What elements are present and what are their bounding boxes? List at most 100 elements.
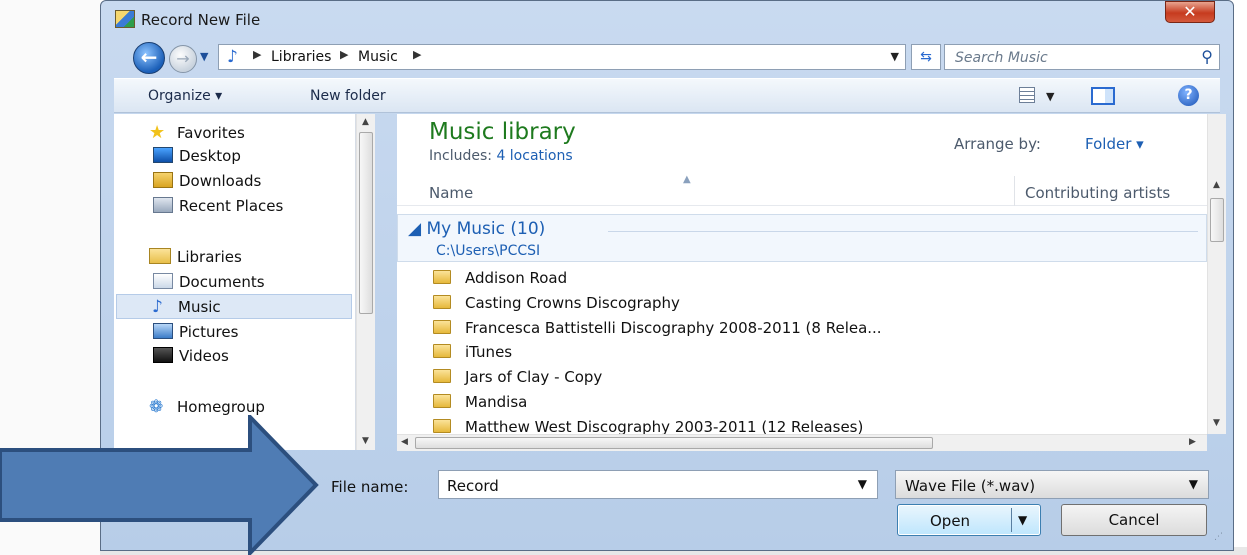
- breadcrumb-music[interactable]: Music: [358, 49, 398, 65]
- breadcrumb-separator-icon[interactable]: ▶: [253, 48, 261, 61]
- sidebar-item-label: Favorites: [177, 124, 245, 142]
- library-includes: Includes: 4 locations: [429, 148, 573, 164]
- sidebar-item-desktop[interactable]: Desktop: [153, 147, 241, 165]
- file-name: Addison Road: [465, 269, 568, 287]
- history-dropdown-icon[interactable]: ▼: [200, 50, 208, 63]
- file-name: Mandisa: [465, 393, 528, 411]
- file-name: Francesca Battistelli Discography 2008-2…: [465, 319, 882, 337]
- sidebar-item-label: Pictures: [179, 323, 239, 341]
- homegroup-icon: ❁: [149, 397, 164, 417]
- title-bar: Record New File ✕: [101, 1, 1233, 35]
- scroll-right-icon[interactable]: ▶: [1189, 437, 1196, 447]
- file-list-horizontal-scrollbar[interactable]: ◀ ▶: [397, 434, 1207, 451]
- file-name-label: File name:: [331, 478, 409, 496]
- forward-button[interactable]: →: [169, 45, 197, 73]
- sidebar-item-recent-places[interactable]: Recent Places: [153, 197, 283, 215]
- folder-icon: [433, 270, 451, 284]
- close-button[interactable]: ✕: [1165, 1, 1215, 23]
- scrollbar-thumb[interactable]: [359, 132, 373, 314]
- scroll-up-icon[interactable]: ▲: [362, 117, 369, 127]
- sidebar-homegroup[interactable]: ❁ Homegroup: [149, 397, 265, 417]
- list-item[interactable]: Francesca Battistelli Discography 2008-2…: [433, 319, 882, 337]
- column-header-contributing-artists[interactable]: Contributing artists: [1025, 184, 1170, 202]
- open-button[interactable]: Open ▼: [897, 504, 1041, 536]
- sidebar-item-label: Libraries: [177, 248, 242, 266]
- scroll-up-icon[interactable]: ▲: [1213, 180, 1220, 190]
- file-list-vertical-scrollbar[interactable]: ▲ ▼: [1207, 114, 1226, 434]
- sidebar-item-videos[interactable]: Videos: [153, 347, 229, 365]
- library-title: Music library: [429, 119, 576, 145]
- folder-icon: [433, 419, 451, 433]
- locations-link[interactable]: 4 locations: [496, 148, 572, 164]
- arrange-by-dropdown[interactable]: Folder ▾: [1085, 135, 1144, 153]
- cancel-button[interactable]: Cancel: [1061, 504, 1207, 536]
- group-title: ◢ My Music (10): [408, 219, 546, 239]
- list-item[interactable]: iTunes: [433, 343, 512, 361]
- list-item[interactable]: Addison Road: [433, 269, 567, 287]
- change-view-icon[interactable]: [1019, 87, 1035, 103]
- includes-label: Includes:: [429, 148, 492, 164]
- scroll-left-icon[interactable]: ◀: [401, 437, 408, 447]
- navigation-bar: ← → ▼ ♪ ▶ Libraries ▶ Music ▶ ▼ ⇆ Search…: [114, 40, 1220, 74]
- open-options-dropdown-icon[interactable]: ▼: [1018, 513, 1027, 527]
- scroll-down-icon[interactable]: ▼: [362, 436, 369, 446]
- organize-button[interactable]: Organize ▾: [148, 88, 222, 104]
- new-folder-button[interactable]: New folder: [310, 88, 386, 104]
- videos-icon: [153, 347, 173, 363]
- scrollbar-thumb[interactable]: [415, 437, 933, 449]
- file-name-dropdown-icon[interactable]: ▼: [858, 477, 867, 491]
- column-divider[interactable]: [1014, 176, 1015, 206]
- address-bar[interactable]: ♪ ▶ Libraries ▶ Music ▶ ▼: [218, 44, 906, 70]
- breadcrumb-libraries[interactable]: Libraries: [271, 49, 331, 65]
- sidebar-item-pictures[interactable]: Pictures: [153, 323, 238, 341]
- view-dropdown-icon[interactable]: ▼: [1046, 90, 1054, 103]
- search-placeholder: Search Music: [955, 50, 1048, 66]
- resize-grip-icon[interactable]: ⋰: [1214, 532, 1223, 542]
- scrollbar-thumb[interactable]: [1210, 198, 1224, 242]
- sidebar-favorites[interactable]: ★ Favorites: [149, 122, 245, 143]
- downloads-folder-icon: [153, 172, 173, 188]
- search-input[interactable]: Search Music ⚲: [944, 44, 1220, 70]
- preview-pane-icon[interactable]: [1091, 87, 1115, 105]
- file-name-field[interactable]: Record ▼: [438, 470, 878, 499]
- sidebar-item-documents[interactable]: Documents: [153, 273, 265, 291]
- sidebar-item-label: Music: [178, 298, 221, 316]
- split-divider: [1011, 508, 1012, 532]
- star-icon: ★: [149, 122, 166, 143]
- sidebar-libraries[interactable]: Libraries: [149, 248, 242, 266]
- pointer-arrow-icon: [0, 415, 319, 555]
- app-icon: [115, 10, 135, 28]
- documents-icon: [153, 273, 173, 289]
- group-header-my-music[interactable]: ◢ My Music (10) C:\Users\PCCSI: [397, 214, 1207, 262]
- list-item[interactable]: Jars of Clay - Copy: [433, 368, 602, 386]
- scroll-down-icon[interactable]: ▼: [1213, 418, 1220, 428]
- column-header-name[interactable]: Name: [429, 184, 473, 202]
- sidebar-item-label: Videos: [179, 347, 229, 365]
- file-type-select[interactable]: Wave File (*.wav) ▼: [895, 470, 1209, 499]
- sidebar-item-music[interactable]: ♪ Music: [116, 294, 352, 319]
- breadcrumb-separator-icon[interactable]: ▶: [413, 48, 421, 61]
- list-item[interactable]: Mandisa: [433, 393, 527, 411]
- libraries-icon: [149, 248, 171, 264]
- folder-icon: [433, 320, 451, 334]
- help-icon[interactable]: ?: [1178, 85, 1199, 106]
- file-name: Casting Crowns Discography: [465, 294, 680, 312]
- folder-icon: [433, 344, 451, 358]
- refresh-button[interactable]: ⇆: [911, 44, 941, 70]
- search-icon[interactable]: ⚲: [1201, 47, 1213, 66]
- breadcrumb-separator-icon[interactable]: ▶: [340, 48, 348, 61]
- recent-places-icon: [153, 197, 173, 213]
- file-list-pane: Music library Includes: 4 locations Arra…: [397, 114, 1207, 434]
- navigation-pane-scrollbar[interactable]: ▲ ▼: [356, 114, 375, 450]
- folder-icon: [433, 394, 451, 408]
- sidebar-item-label: Recent Places: [179, 197, 284, 215]
- desktop-icon: [153, 147, 173, 163]
- sort-ascending-icon: ▲: [683, 174, 691, 185]
- pictures-icon: [153, 323, 173, 339]
- back-button[interactable]: ←: [133, 42, 165, 74]
- address-dropdown-icon[interactable]: ▼: [891, 50, 899, 63]
- list-item[interactable]: Casting Crowns Discography: [433, 294, 680, 312]
- sidebar-item-downloads[interactable]: Downloads: [153, 172, 261, 190]
- file-name: Jars of Clay - Copy: [465, 368, 603, 386]
- list-item[interactable]: Matthew West Discography 2003-2011 (12 R…: [433, 418, 863, 434]
